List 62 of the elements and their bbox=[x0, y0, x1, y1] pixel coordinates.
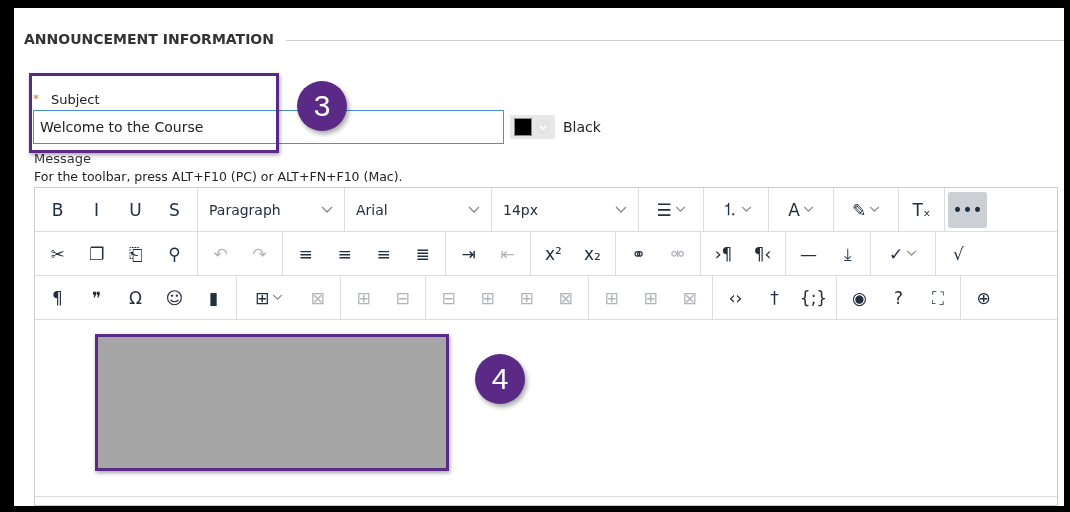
quote-button[interactable]: ❞ bbox=[77, 279, 116, 316]
paste-button[interactable]: ⎗ bbox=[116, 235, 155, 272]
emoji-button[interactable]: ☺ bbox=[155, 279, 194, 316]
message-label: Message bbox=[33, 152, 92, 166]
color-picker[interactable] bbox=[510, 115, 555, 139]
chevron-icon bbox=[321, 205, 333, 214]
chevron-icon bbox=[869, 206, 881, 213]
search-button[interactable]: ⚲ bbox=[155, 235, 194, 272]
cut-button[interactable]: ✂ bbox=[38, 235, 77, 272]
more-button[interactable]: ••• bbox=[948, 191, 987, 228]
fullscreen-button[interactable]: ⛶ bbox=[918, 279, 957, 316]
horizontal-rule-button[interactable]: — bbox=[789, 235, 828, 272]
required-mark: * bbox=[33, 92, 39, 106]
bullet-list-button[interactable]: ☰ bbox=[642, 191, 700, 228]
chevron-icon bbox=[272, 294, 284, 301]
code-button[interactable]: ‹› bbox=[716, 279, 755, 316]
chevron-icon bbox=[906, 250, 918, 257]
step-badge: 3 bbox=[297, 81, 347, 131]
toolbar-hint: For the toolbar, press ALT+F10 (PC) or ALT+FN+F10 (Mac). bbox=[33, 169, 404, 185]
subject-label: Subject bbox=[51, 91, 100, 107]
font-size-select[interactable]: 14px bbox=[495, 191, 635, 228]
math-button[interactable]: √ bbox=[939, 235, 978, 272]
italic-button[interactable]: I bbox=[77, 191, 116, 228]
paragraph-mark-button[interactable]: ¶ bbox=[38, 279, 77, 316]
help-button[interactable]: ? bbox=[879, 279, 918, 316]
font-select[interactable]: Arial bbox=[348, 191, 488, 228]
add-button[interactable]: ⊕ bbox=[964, 279, 1003, 316]
chevron-icon bbox=[740, 206, 752, 213]
accessibility-button[interactable]: † bbox=[755, 279, 794, 316]
color-name: Black bbox=[563, 119, 601, 135]
bold-button[interactable]: B bbox=[38, 191, 77, 228]
align-left-button[interactable]: ≡ bbox=[286, 235, 325, 272]
align-right-button[interactable]: ≡ bbox=[364, 235, 403, 272]
superscript-button[interactable]: x² bbox=[534, 235, 573, 272]
template-button[interactable]: {;} bbox=[794, 279, 833, 316]
omega-button[interactable]: Ω bbox=[116, 279, 155, 316]
insert-button[interactable]: ⤓ bbox=[828, 235, 867, 272]
copy-button[interactable]: ❐ bbox=[77, 235, 116, 272]
table-button[interactable]: ⊞ bbox=[240, 279, 298, 316]
numbered-list-button[interactable]: ⒈ bbox=[707, 191, 765, 228]
align-center-button[interactable]: ≡ bbox=[325, 235, 364, 272]
underline-button[interactable]: U bbox=[116, 191, 155, 228]
section-title: ANNOUNCEMENT INFORMATION bbox=[24, 31, 274, 47]
clear-format-button[interactable]: Tₓ bbox=[902, 191, 941, 228]
highlight-button[interactable]: ✎ bbox=[837, 191, 895, 228]
chevron-icon bbox=[674, 206, 686, 213]
subscript-button[interactable]: x₂ bbox=[573, 235, 612, 272]
justify-button[interactable]: ≣ bbox=[403, 235, 442, 272]
bookmark-button[interactable]: ▮ bbox=[194, 279, 233, 316]
text-color-button[interactable]: A bbox=[772, 191, 830, 228]
ltr-button[interactable]: ›¶ bbox=[704, 235, 743, 272]
preview-button[interactable]: ◉ bbox=[840, 279, 879, 316]
strikethrough-button[interactable]: S bbox=[155, 191, 194, 228]
chevron-icon bbox=[468, 205, 480, 214]
spellcheck-button[interactable]: ✓ bbox=[874, 235, 932, 272]
link-button[interactable]: ⚭ bbox=[619, 235, 658, 272]
indent-button[interactable]: ⇥ bbox=[449, 235, 488, 272]
chevron-icon bbox=[802, 206, 814, 213]
chevron-icon bbox=[615, 205, 627, 214]
rtl-button[interactable]: ¶‹ bbox=[743, 235, 782, 272]
step-badge: 4 bbox=[475, 354, 525, 404]
block-format-select[interactable]: Paragraph bbox=[201, 191, 341, 228]
